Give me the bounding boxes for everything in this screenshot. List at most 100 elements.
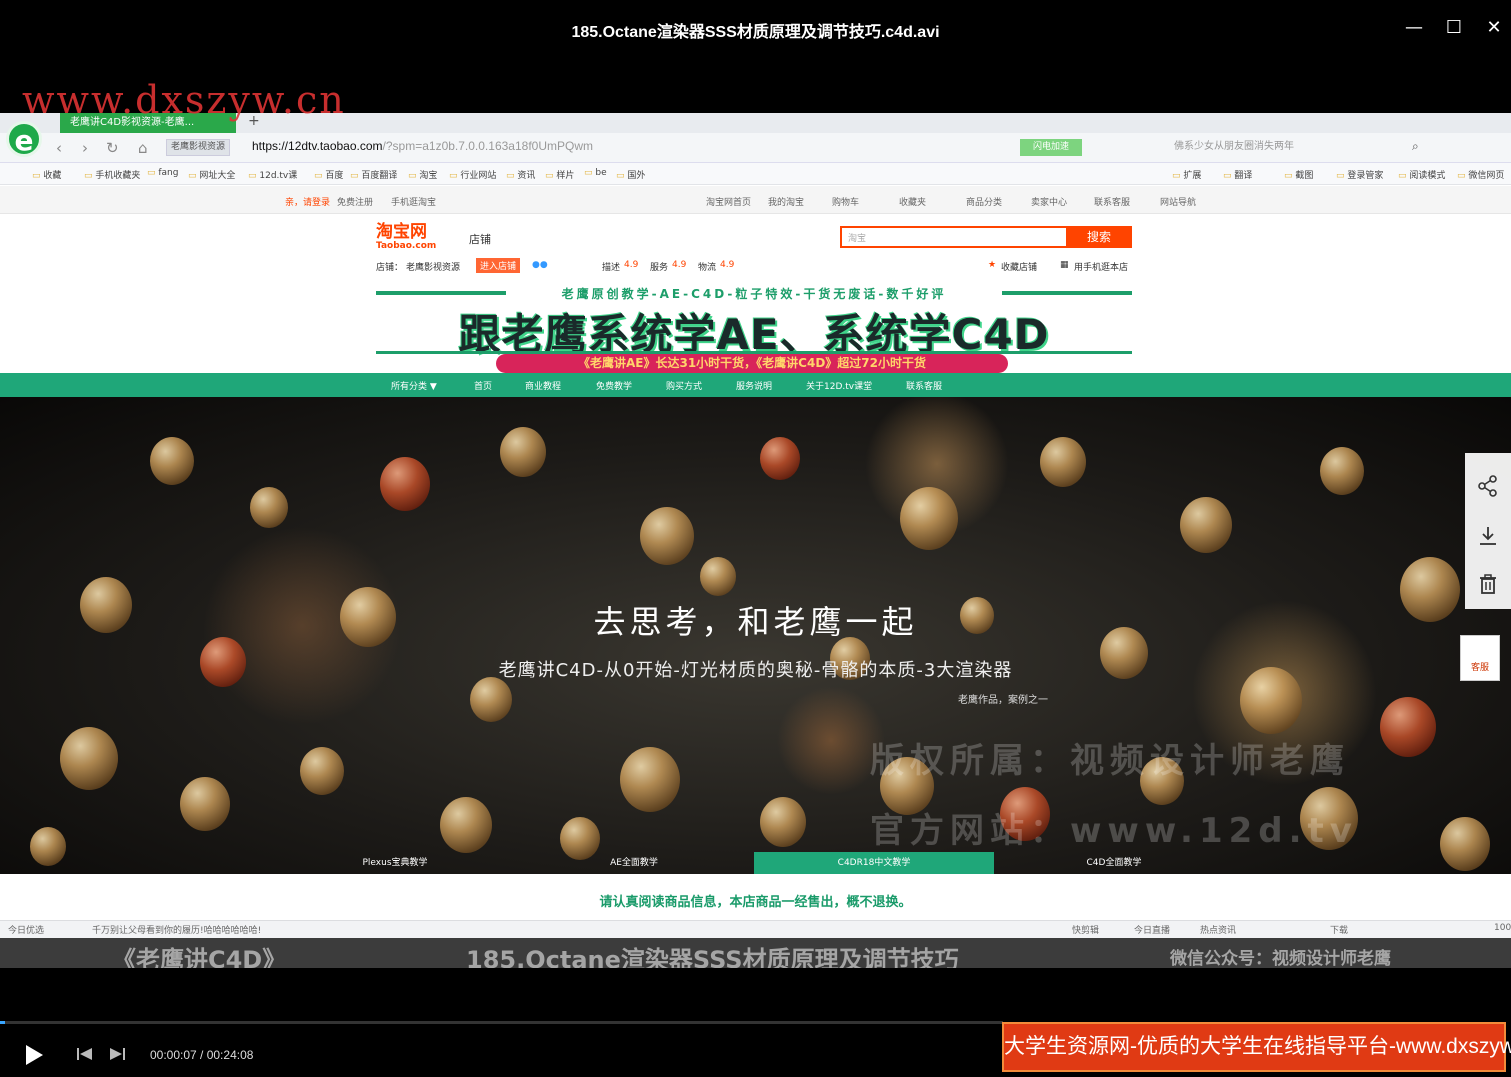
status-item[interactable]: 热点资讯	[1200, 923, 1236, 936]
bookmark-item[interactable]: 资讯	[506, 168, 535, 181]
shop-menu-item[interactable]: 商业教程	[525, 379, 561, 392]
bookmark-item[interactable]: 12d.tv课	[248, 168, 297, 181]
bookmark-tool[interactable]: 微信网页	[1457, 168, 1504, 181]
trash-icon[interactable]	[1465, 565, 1511, 613]
bookmark-item[interactable]: 淘宝	[408, 168, 437, 181]
bookmark-item[interactable]: 样片	[545, 168, 574, 181]
shop-word: 店铺	[469, 233, 491, 246]
share-icon[interactable]	[1465, 467, 1511, 515]
search-icon[interactable]: ⌕	[1412, 139, 1419, 154]
bookmark-tool[interactable]: 登录管家	[1336, 168, 1383, 181]
hero-tab[interactable]: Plexus宝典教学	[275, 852, 515, 874]
shop-menu-item[interactable]: 首页	[474, 379, 492, 392]
enter-shop-button[interactable]: 进入店铺	[476, 258, 521, 273]
bubble-decoration	[30, 827, 66, 866]
progress-track[interactable]	[0, 1021, 1003, 1024]
search-scope[interactable]: 淘宝	[848, 231, 866, 244]
shop-name[interactable]: 老鹰影视资源	[406, 260, 460, 273]
bookmark-item[interactable]: 网址大全	[188, 168, 235, 181]
source-tag[interactable]: 老鹰影视资源	[166, 139, 231, 156]
status-item[interactable]: 下载	[1330, 923, 1348, 936]
shop-menu-item[interactable]: 所有分类 ▼	[391, 379, 437, 392]
bookmark-item[interactable]: 收藏	[32, 168, 61, 181]
promo-banner[interactable]: 大学生资源网-优质的大学生在线指导平台-www.dxszyw.cn	[1002, 1022, 1511, 1072]
hero-tab[interactable]: AE全面教学	[514, 852, 754, 874]
bookmark-item[interactable]: 百度	[314, 168, 343, 181]
watermark-url: www.dxszyw.cn	[22, 78, 346, 122]
rating-desc-label: 描述	[602, 263, 621, 273]
bookmark-item[interactable]: fang	[147, 168, 178, 178]
watermark-site: 官方网站：www.12d.tv	[870, 811, 1358, 851]
bubble-decoration	[760, 437, 800, 480]
forward-icon[interactable]: ›	[82, 139, 88, 157]
shop-menu-item[interactable]: 免费教学	[596, 379, 632, 392]
banner-tagline: 老鹰原创教学-AE-C4D-粒子特效-干货无废话-数千好评	[561, 287, 947, 301]
bubble-decoration	[1440, 817, 1490, 871]
bookmark-item[interactable]: 手机收藏夹	[84, 168, 140, 181]
topnav-link[interactable]: 购物车	[832, 195, 859, 208]
back-icon[interactable]: ‹	[56, 139, 62, 157]
caption-left: 《老鹰讲C4D》	[112, 946, 287, 968]
bookmark-tool[interactable]: 阅读模式	[1398, 168, 1445, 181]
topnav-link[interactable]: 网站导航	[1160, 195, 1196, 208]
bubble-decoration	[620, 747, 680, 812]
topnav-link[interactable]: 免费注册	[337, 195, 373, 208]
taobao-search-button[interactable]: 搜索	[1066, 226, 1132, 248]
status-item[interactable]: 今日直播	[1134, 923, 1170, 936]
bookmark-item[interactable]: 百度翻译	[350, 168, 397, 181]
refresh-icon[interactable]: ↻	[106, 139, 119, 157]
url-field[interactable]: https://12dtv.taobao.com/?spm=a1z0b.7.0.…	[252, 139, 593, 153]
customer-service-button[interactable]: 客服	[1460, 635, 1500, 681]
bubble-decoration	[470, 677, 512, 722]
mobile-shop-link[interactable]: 用手机逛本店	[1074, 260, 1128, 273]
bookmark-item[interactable]: 国外	[616, 168, 645, 181]
url-path: /?spm=a1z0b.7.0.0.163a18f0UmPQwm	[382, 139, 593, 153]
rating-desc-value: 4.9	[624, 260, 639, 270]
home-icon[interactable]: ⌂	[138, 139, 148, 157]
status-item[interactable]: 快剪辑	[1072, 923, 1099, 936]
maximize-icon[interactable]: ☐	[1440, 14, 1468, 42]
shop-menu-item[interactable]: 联系客服	[906, 379, 942, 392]
hero-tab[interactable]: C4DR18中文教学	[754, 852, 994, 874]
topnav-link[interactable]: 联系客服	[1094, 195, 1130, 208]
taobao-logo[interactable]: 淘宝网 Taobao.com	[376, 223, 436, 251]
previous-icon[interactable]	[76, 1046, 94, 1066]
star-icon: ★	[988, 260, 997, 270]
shop-label: 店铺：	[376, 263, 404, 273]
hero-heading: 去思考，和老鹰一起	[593, 603, 918, 641]
shop-menu-item[interactable]: 关于12D.tv课堂	[806, 379, 872, 392]
bookmark-tool[interactable]: 扩展	[1172, 168, 1201, 181]
topnav-link[interactable]: 手机逛淘宝	[391, 195, 436, 208]
next-icon[interactable]	[108, 1046, 126, 1066]
fav-shop-link[interactable]: 收藏店铺	[1001, 260, 1037, 273]
shop-menu-item[interactable]: 购买方式	[666, 379, 702, 392]
caption-right: 微信公众号：视频设计师老鹰	[1170, 949, 1391, 968]
accelerate-button[interactable]: 闪电加速	[1020, 139, 1082, 156]
topnav-link[interactable]: 商品分类	[966, 195, 1002, 208]
rating-service-value: 4.9	[672, 260, 687, 270]
bookmark-item[interactable]: be	[584, 168, 606, 178]
browser-search-input[interactable]: 佛系少女从朋友圈消失两年	[1166, 135, 1432, 159]
minimize-icon[interactable]: —	[1400, 14, 1428, 42]
topnav-link[interactable]: 淘宝网首页	[706, 195, 751, 208]
status-item[interactable]: 100	[1494, 923, 1511, 933]
bookmark-tool[interactable]: 截图	[1284, 168, 1313, 181]
video-frame[interactable]: 老鹰讲C4D影视资源-老鹰... + e ‹ › ↻ ⌂ 老鹰影视资源 http…	[0, 113, 1511, 968]
close-icon[interactable]: ✕	[1480, 14, 1508, 42]
hero-tab[interactable]: C4D全面教学	[994, 852, 1234, 874]
topnav-link[interactable]: 我的淘宝	[768, 195, 804, 208]
play-icon[interactable]	[22, 1043, 46, 1067]
topnav-link[interactable]: 收藏夹	[899, 195, 926, 208]
status-item[interactable]: 千万别让父母看到你的履历!哈哈哈哈哈哈!	[92, 923, 261, 936]
rating-logistics-label: 物流	[698, 263, 717, 273]
bookmark-tool[interactable]: 翻译	[1223, 168, 1252, 181]
topnav-link[interactable]: 亲，请登录	[285, 195, 330, 208]
banner-subtitle: 《老鹰讲AE》长达31小时干货，《老鹰讲C4D》超过72小时干货	[496, 354, 1008, 373]
bubble-decoration	[380, 457, 430, 511]
topnav-link[interactable]: 卖家中心	[1031, 195, 1067, 208]
shop-menu-item[interactable]: 服务说明	[736, 379, 772, 392]
time-display: 00:00:07 / 00:24:08	[150, 1048, 254, 1062]
status-item[interactable]: 今日优选	[8, 923, 44, 936]
download-icon[interactable]	[1465, 517, 1511, 565]
bookmark-item[interactable]: 行业网站	[449, 168, 496, 181]
